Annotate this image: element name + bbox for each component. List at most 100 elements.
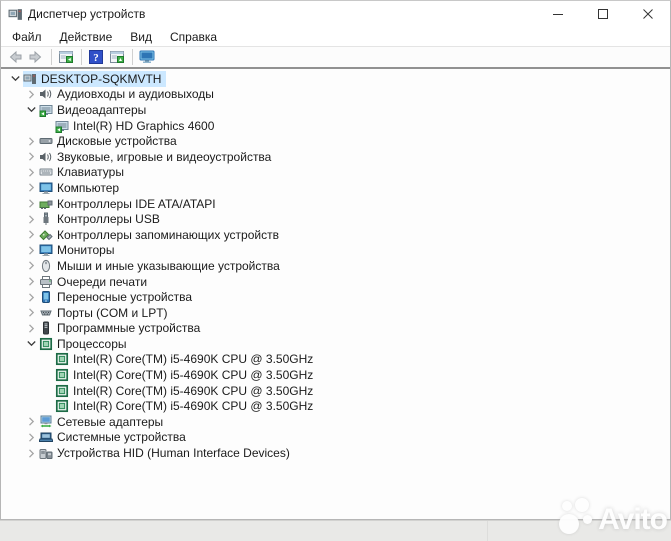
- tree-item[interactable]: Звуковые, игровые и видеоустройства: [1, 149, 670, 165]
- maximize-button[interactable]: [580, 1, 625, 27]
- tree-item[interactable]: Видеоадаптеры: [1, 102, 670, 118]
- help-button[interactable]: ?: [86, 47, 106, 67]
- tree-item-content: Мониторы: [39, 243, 119, 259]
- tree-item-label: Контроллеры IDE ATA/ATAPI: [57, 196, 216, 211]
- tree-item-label: Компьютер: [57, 180, 120, 195]
- tree-item[interactable]: Аудиовходы и аудиовыходы: [1, 87, 670, 103]
- tree-item[interactable]: Переносные устройства: [1, 289, 670, 305]
- display-adapter-icon: [39, 103, 53, 117]
- minimize-button[interactable]: [535, 1, 580, 27]
- tree-item-label: Очереди печати: [57, 274, 148, 289]
- monitor-icon: [39, 243, 53, 257]
- tree-item[interactable]: Клавиатуры: [1, 165, 670, 181]
- chevron-down-icon[interactable]: [7, 73, 23, 85]
- tree-item[interactable]: Intel(R) Core(TM) i5-4690K CPU @ 3.50GHz: [1, 367, 670, 383]
- tree-item[interactable]: Процессоры: [1, 336, 670, 352]
- tree-item-content: Контроллеры IDE ATA/ATAPI: [39, 196, 221, 212]
- tree-item-label: Intel(R) Core(TM) i5-4690K CPU @ 3.50GHz: [73, 383, 314, 398]
- chevron-right-icon[interactable]: [23, 447, 39, 459]
- tree-item[interactable]: Программные устройства: [1, 321, 670, 337]
- tree-item[interactable]: Мониторы: [1, 243, 670, 259]
- forward-arrow-icon: [28, 49, 44, 65]
- tree-item-label: Порты (COM и LPT): [57, 305, 168, 320]
- tree-item[interactable]: DESKTOP-SQKMVTH: [1, 71, 670, 87]
- title-bar: Диспетчер устройств: [1, 1, 670, 27]
- chevron-right-icon[interactable]: [23, 182, 39, 194]
- page-title: Диспетчер устройств: [28, 7, 146, 21]
- tree-item-content: Устройства HID (Human Interface Devices): [39, 445, 295, 461]
- chevron-right-icon[interactable]: [23, 307, 39, 319]
- chevron-right-icon[interactable]: [23, 229, 39, 241]
- chevron-right-icon[interactable]: [23, 276, 39, 288]
- page-background-strip: [0, 520, 671, 541]
- monitor-icon: [39, 181, 53, 195]
- tree-item-content: Порты (COM и LPT): [39, 305, 173, 321]
- tree-item[interactable]: Компьютер: [1, 180, 670, 196]
- tree-item[interactable]: Очереди печати: [1, 274, 670, 290]
- ide-controller-icon: [39, 197, 53, 211]
- chevron-down-icon[interactable]: [23, 104, 39, 116]
- forward-arrow-button[interactable]: [26, 47, 46, 67]
- tree-item-content: Видеоадаптеры: [39, 102, 151, 118]
- divider: [487, 521, 488, 541]
- chevron-right-icon[interactable]: [23, 260, 39, 272]
- tree-item[interactable]: Мыши и иные указывающие устройства: [1, 258, 670, 274]
- back-arrow-button[interactable]: [5, 47, 25, 67]
- tree-item[interactable]: Intel(R) HD Graphics 4600: [1, 118, 670, 134]
- chevron-right-icon[interactable]: [23, 431, 39, 443]
- tree-item-content: Контроллеры запоминающих устройств: [39, 227, 284, 243]
- tree-item[interactable]: Устройства HID (Human Interface Devices): [1, 445, 670, 461]
- tree-item[interactable]: Системные устройства: [1, 430, 670, 446]
- tree-item[interactable]: Порты (COM и LPT): [1, 305, 670, 321]
- processor-icon: [55, 384, 69, 398]
- chevron-right-icon[interactable]: [23, 213, 39, 225]
- tree-item-content: Клавиатуры: [39, 165, 129, 181]
- properties-window-button[interactable]: [107, 47, 127, 67]
- scan-computer-button[interactable]: [137, 47, 157, 67]
- tree-item-label: Аудиовходы и аудиовыходы: [57, 87, 214, 102]
- tree-item-content: Очереди печати: [39, 274, 152, 290]
- help-icon: ?: [88, 49, 104, 65]
- chevron-right-icon[interactable]: [23, 244, 39, 256]
- disk-drive-icon: [39, 134, 53, 148]
- tree-item-content: Intel(R) Core(TM) i5-4690K CPU @ 3.50GHz: [55, 383, 318, 399]
- menu-item-file[interactable]: Файл: [3, 28, 51, 46]
- tree-item-content: Программные устройства: [39, 321, 205, 337]
- properties-window-icon: [109, 49, 125, 65]
- tree-item-label: Устройства HID (Human Interface Devices): [57, 446, 290, 461]
- tree-item-content: Intel(R) HD Graphics 4600: [55, 118, 219, 134]
- tree-item[interactable]: Intel(R) Core(TM) i5-4690K CPU @ 3.50GHz: [1, 398, 670, 414]
- chevron-right-icon[interactable]: [23, 151, 39, 163]
- tree-item-content: Звуковые, игровые и видеоустройства: [39, 149, 276, 165]
- console-window-button[interactable]: [56, 47, 76, 67]
- tree-item[interactable]: Intel(R) Core(TM) i5-4690K CPU @ 3.50GHz: [1, 383, 670, 399]
- console-window-icon: [58, 49, 74, 65]
- menu-item-view[interactable]: Вид: [121, 28, 161, 46]
- chevron-right-icon[interactable]: [23, 166, 39, 178]
- tree-item[interactable]: Контроллеры IDE ATA/ATAPI: [1, 196, 670, 212]
- tree-item-label: DESKTOP-SQKMVTH: [41, 71, 162, 86]
- chevron-right-icon[interactable]: [23, 322, 39, 334]
- chevron-right-icon[interactable]: [23, 291, 39, 303]
- tree-item-content: Переносные устройства: [39, 289, 197, 305]
- toolbar-separator: [51, 49, 52, 65]
- chevron-right-icon[interactable]: [23, 416, 39, 428]
- chevron-down-icon[interactable]: [23, 338, 39, 350]
- tree-item[interactable]: Intel(R) Core(TM) i5-4690K CPU @ 3.50GHz: [1, 352, 670, 368]
- portable-device-icon: [39, 290, 53, 304]
- tree-item[interactable]: Сетевые адаптеры: [1, 414, 670, 430]
- tree-item[interactable]: Контроллеры USB: [1, 211, 670, 227]
- chevron-right-icon[interactable]: [23, 135, 39, 147]
- tree-item-label: Звуковые, игровые и видеоустройства: [57, 149, 272, 164]
- menu-item-action[interactable]: Действие: [51, 28, 122, 46]
- tree-item[interactable]: Дисковые устройства: [1, 133, 670, 149]
- chevron-right-icon[interactable]: [23, 88, 39, 100]
- keyboard-icon: [39, 165, 53, 179]
- menu-item-help[interactable]: Справка: [161, 28, 226, 46]
- back-arrow-icon: [7, 49, 23, 65]
- chevron-right-icon[interactable]: [23, 198, 39, 210]
- tree-item[interactable]: Контроллеры запоминающих устройств: [1, 227, 670, 243]
- close-button[interactable]: [625, 1, 670, 27]
- audio-endpoint-icon: [39, 87, 53, 101]
